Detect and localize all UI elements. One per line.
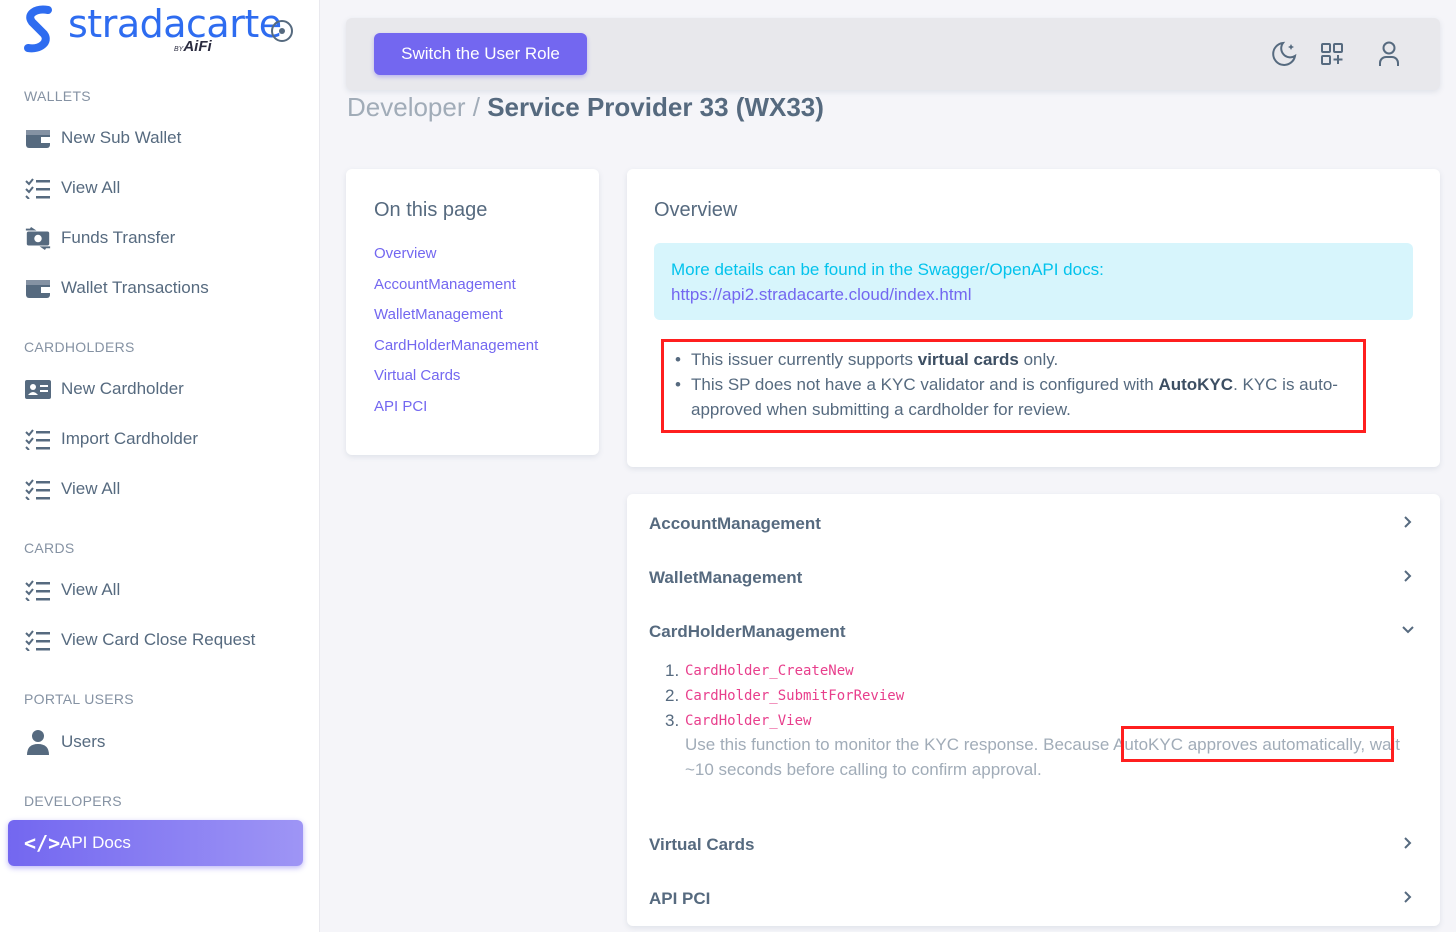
chevron-right-icon[interactable] — [1402, 891, 1414, 903]
sidebar-item-label: Import Cardholder — [61, 429, 199, 448]
sidebar-item-api-docs[interactable]: </> API Docs — [8, 820, 303, 866]
dark-mode-moon-icon[interactable] — [1270, 40, 1298, 68]
info-text: More details can be found in the Swagger… — [671, 260, 1104, 279]
function-name: CardHolder_CreateNew — [685, 662, 854, 679]
sidebar-collapse-icon[interactable] — [271, 20, 293, 42]
checklist-icon — [24, 628, 52, 652]
sidebar-item-wallet-transactions[interactable]: Wallet Transactions — [24, 273, 209, 303]
list-item: 1. CardHolder_CreateNew — [665, 660, 854, 680]
sidebar-item-label: Funds Transfer — [61, 228, 176, 247]
accordion-header-cardholder-management[interactable]: CardHolderManagement — [649, 622, 845, 642]
brand-by-aifi: BYAiFi — [174, 38, 212, 55]
accordion-header-virtual-cards[interactable]: Virtual Cards — [649, 835, 755, 855]
wallet-icon — [24, 126, 52, 150]
sidebar-item-label: View All — [61, 479, 121, 498]
section-title-portal-users: PORTAL USERS — [24, 691, 134, 707]
sidebar-item-view-all-cards[interactable]: View All — [24, 575, 120, 605]
list-item: 2. CardHolder_SubmitForReview — [665, 685, 905, 705]
section-title-wallets: WALLETS — [24, 88, 91, 104]
checklist-icon — [24, 477, 52, 501]
sidebar-item-users[interactable]: Users — [24, 727, 105, 757]
toc-link-api-pci[interactable]: API PCI — [374, 398, 427, 415]
sidebar-item-new-cardholder[interactable]: New Cardholder — [24, 374, 184, 404]
switch-user-role-button[interactable]: Switch the User Role — [374, 33, 587, 75]
swagger-docs-link[interactable]: https://api2.stradacarte.cloud/index.htm… — [671, 282, 1396, 307]
accordion-header-wallet-management[interactable]: WalletManagement — [649, 568, 802, 588]
sidebar-item-label: New Sub Wallet — [61, 128, 182, 147]
chevron-right-icon[interactable] — [1402, 516, 1414, 528]
overview-card: Overview More details can be found in th… — [627, 169, 1440, 467]
stradacarte-logo-icon — [24, 5, 52, 53]
cardholder-functions-list: 1. CardHolder_CreateNew 2. CardHolder_Subm… — [665, 658, 904, 733]
section-title-cardholders: CARDHOLDERS — [24, 339, 135, 355]
sidebar: stradacarte BYAiFi WALLETS New Sub Walle… — [0, 0, 320, 932]
on-this-page-card: On this page Overview AccountManagement … — [346, 169, 599, 455]
api-sections-accordion: AccountManagement WalletManagement CardH… — [627, 494, 1440, 926]
sidebar-item-label: Users — [61, 732, 106, 751]
toc-link-account-management[interactable]: AccountManagement — [374, 276, 516, 293]
code-icon: </> — [24, 831, 61, 855]
accordion-header-account-management[interactable]: AccountManagement — [649, 514, 821, 534]
toc-title: On this page — [374, 199, 488, 221]
sidebar-item-view-all-wallets[interactable]: View All — [24, 173, 120, 203]
user-icon — [24, 730, 52, 755]
sidebar-item-view-all-cardholders[interactable]: View All — [24, 474, 120, 504]
section-title-cards: CARDS — [24, 540, 75, 556]
overview-bullets: This issuer currently supports virtual c… — [675, 347, 1355, 422]
sidebar-item-import-cardholder[interactable]: Import Cardholder — [24, 424, 198, 454]
section-title-developers: DEVELOPERS — [24, 793, 122, 809]
bullet-virtual-cards: This issuer currently supports virtual c… — [675, 347, 1355, 372]
list-item: 3. CardHolder_View — [665, 710, 812, 730]
breadcrumb-parent[interactable]: Developer / — [347, 92, 480, 122]
toc-link-wallet-management[interactable]: WalletManagement — [374, 306, 503, 323]
sidebar-item-label: New Cardholder — [61, 379, 184, 398]
sidebar-item-label: View All — [61, 580, 121, 599]
sidebar-item-view-card-close-request[interactable]: View Card Close Request — [24, 625, 255, 655]
sidebar-item-funds-transfer[interactable]: Funds Transfer — [24, 223, 175, 253]
toc-link-virtual-cards[interactable]: Virtual Cards — [374, 367, 460, 384]
sidebar-item-label: API Docs — [60, 833, 131, 852]
page-title: Service Provider 33 (WX33) — [487, 92, 824, 122]
checklist-icon — [24, 427, 52, 451]
function-name: CardHolder_View — [685, 712, 812, 729]
sidebar-item-label: Wallet Transactions — [61, 278, 209, 297]
sidebar-item-label: View All — [61, 178, 121, 197]
id-card-icon — [24, 377, 52, 401]
chevron-right-icon[interactable] — [1402, 570, 1414, 582]
toc-link-overview[interactable]: Overview — [374, 245, 437, 262]
overview-title: Overview — [654, 199, 738, 221]
checklist-icon — [24, 578, 52, 602]
topbar: Switch the User Role — [346, 18, 1440, 90]
bullet-autokyc: This SP does not have a KYC validator an… — [675, 372, 1355, 422]
chevron-down-icon[interactable] — [1402, 624, 1414, 636]
checklist-icon — [24, 176, 52, 200]
info-alert: More details can be found in the Swagger… — [654, 243, 1413, 320]
brand-logo[interactable]: stradacarte — [18, 4, 282, 56]
function-name: CardHolder_SubmitForReview — [685, 687, 905, 704]
breadcrumb: Developer / Service Provider 33 (WX33) — [347, 92, 824, 123]
accordion-header-api-pci[interactable]: API PCI — [649, 889, 710, 909]
money-transfer-icon — [24, 226, 52, 250]
toc-link-cardholder-management[interactable]: CardHolderManagement — [374, 337, 538, 354]
sidebar-item-label: View Card Close Request — [61, 630, 256, 649]
apps-grid-icon[interactable] — [1318, 40, 1346, 68]
wallet-icon — [24, 276, 52, 300]
highlight-box — [1121, 726, 1394, 762]
user-profile-icon[interactable] — [1375, 40, 1403, 68]
sidebar-item-new-sub-wallet[interactable]: New Sub Wallet — [24, 123, 181, 153]
chevron-right-icon[interactable] — [1402, 837, 1414, 849]
